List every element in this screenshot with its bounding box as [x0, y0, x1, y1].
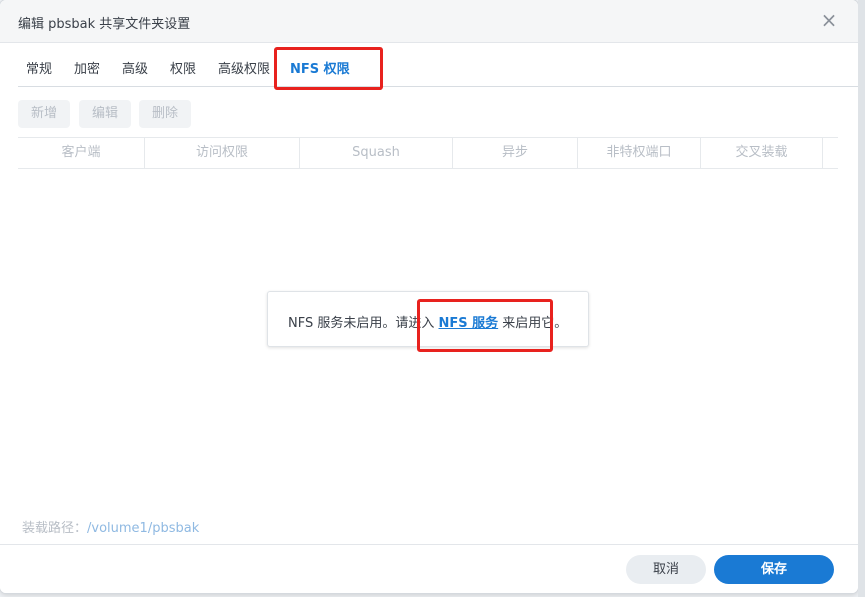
mount-path: 装载路径：/volume1/pbsbak — [22, 517, 199, 536]
tab-general[interactable]: 常规 — [26, 58, 52, 77]
tab-encryption[interactable]: 加密 — [74, 58, 100, 77]
notice-text-after: 来启用它。 — [498, 316, 568, 331]
column-header-squash[interactable]: Squash — [300, 138, 453, 168]
save-button[interactable]: 保存 — [714, 555, 834, 584]
column-header-cross-mount[interactable]: 交叉装载 — [701, 138, 823, 168]
column-header-client[interactable]: 客户端 — [18, 138, 145, 168]
dialog-footer: 取消 保存 — [0, 544, 858, 593]
tab-advanced[interactable]: 高级 — [122, 58, 148, 77]
shared-folder-settings-dialog: 编辑 pbsbak 共享文件夹设置 × 常规 加密 高级 权限 高级权限 NFS… — [0, 0, 858, 593]
tabs-divider — [18, 86, 858, 87]
tab-advanced-permissions[interactable]: 高级权限 — [218, 58, 270, 77]
add-button[interactable]: 新增 — [18, 100, 70, 128]
close-icon[interactable]: × — [818, 8, 840, 32]
dialog-title: 编辑 pbsbak 共享文件夹设置 — [18, 17, 191, 32]
background-window-edge — [858, 0, 865, 597]
dialog-titlebar: 编辑 pbsbak 共享文件夹设置 × — [0, 0, 858, 43]
nfs-disabled-notice: NFS 服务未启用。请进入 NFS 服务 来启用它。 — [267, 291, 589, 347]
column-header-async[interactable]: 异步 — [453, 138, 578, 168]
delete-button[interactable]: 删除 — [139, 100, 191, 128]
edit-button[interactable]: 编辑 — [79, 100, 131, 128]
notice-text-before: NFS 服务未启用。请进入 — [288, 316, 439, 331]
mount-path-label: 装载路径： — [22, 521, 88, 536]
column-header-non-privileged-port[interactable]: 非特权端口 — [578, 138, 701, 168]
column-header-access[interactable]: 访问权限 — [145, 138, 300, 168]
tab-permissions[interactable]: 权限 — [170, 58, 196, 77]
tab-nfs-permissions[interactable]: NFS 权限 — [290, 58, 350, 77]
nfs-rules-table-header: 客户端 访问权限 Squash 异步 非特权端口 交叉装载 — [18, 137, 838, 169]
nfs-service-link[interactable]: NFS 服务 — [439, 316, 499, 331]
notice-text: NFS 服务未启用。请进入 NFS 服务 来启用它。 — [288, 312, 567, 331]
mount-path-value: /volume1/pbsbak — [87, 521, 200, 536]
cancel-button[interactable]: 取消 — [626, 555, 706, 584]
